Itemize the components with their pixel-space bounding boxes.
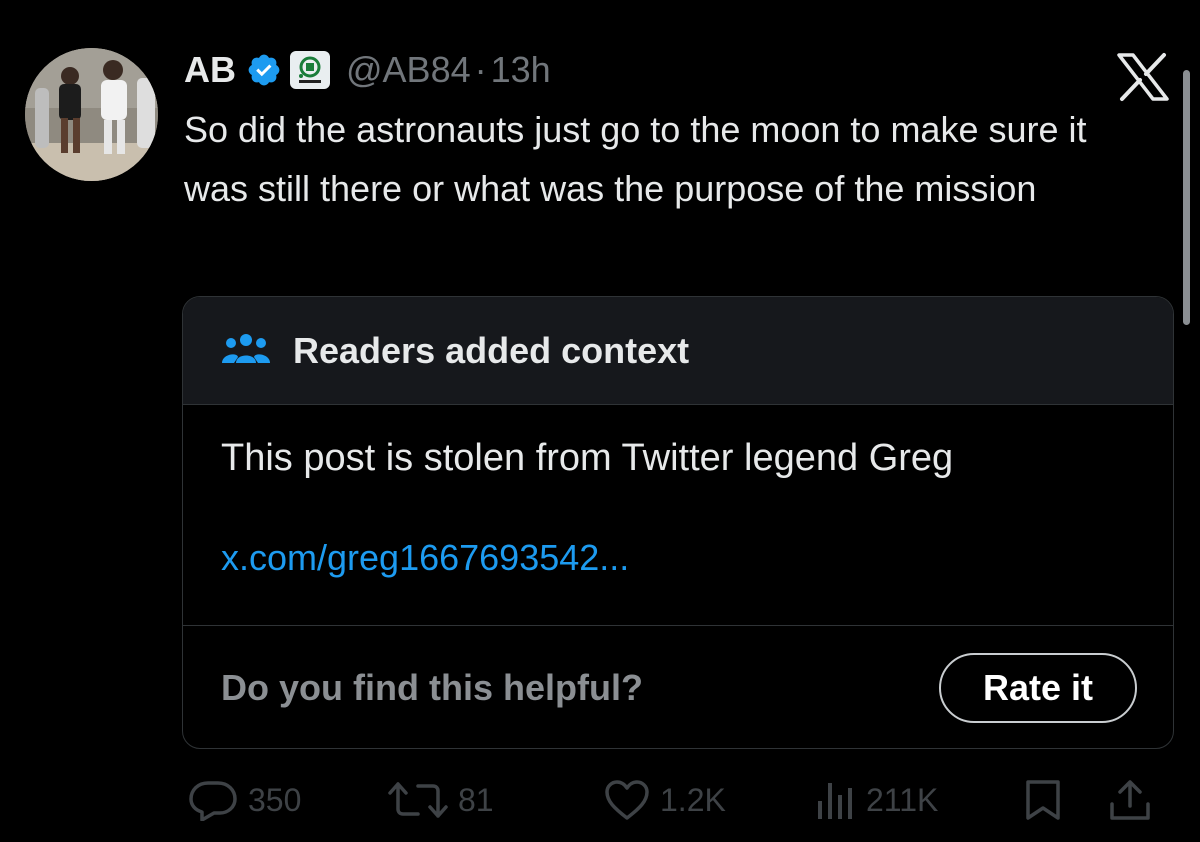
scrollbar[interactable] [1183, 70, 1190, 325]
x-logo-icon [1115, 52, 1171, 102]
tweet-header: AB @AB84 · 13h [184, 46, 551, 94]
like-action[interactable]: 1.2K [604, 770, 726, 830]
views-icon [818, 783, 852, 819]
like-count: 1.2K [660, 781, 726, 818]
repost-icon [388, 782, 448, 818]
affiliate-badge-icon[interactable] [290, 51, 330, 89]
tweet-text: So did the astronauts just go to the moo… [184, 109, 1087, 209]
share-action[interactable] [1108, 770, 1152, 830]
author-name[interactable]: AB [184, 49, 236, 91]
post-time[interactable]: 13h [491, 49, 551, 91]
reply-icon [189, 781, 237, 821]
note-text: This post is stolen from Twitter legend … [221, 437, 954, 479]
like-icon [605, 780, 649, 820]
bookmark-action[interactable] [1024, 770, 1062, 830]
note-title: Readers added context [293, 329, 690, 371]
action-bar: 350 81 1.2K 211K [0, 770, 1200, 830]
view-count: 211K [866, 781, 939, 818]
reply-count: 350 [248, 781, 302, 818]
avatar[interactable] [25, 48, 158, 181]
note-link[interactable]: x.com/greg1667693542... [221, 537, 1135, 579]
note-header[interactable]: Readers added context [183, 297, 1173, 405]
verified-badge-icon[interactable] [246, 52, 282, 88]
helpful-prompt: Do you find this helpful? [221, 666, 643, 708]
reply-action[interactable]: 350 [188, 770, 301, 830]
community-note: Readers added context This post is stole… [182, 296, 1174, 749]
repost-action[interactable]: 81 [388, 770, 494, 830]
note-body: This post is stolen from Twitter legend … [183, 405, 1173, 626]
share-icon [1110, 780, 1150, 820]
separator-dot: · [474, 49, 487, 90]
people-icon [222, 333, 270, 363]
rate-it-button[interactable]: Rate it [939, 652, 1137, 723]
views-action[interactable]: 211K [816, 770, 938, 830]
author-handle[interactable]: @AB84 [346, 49, 471, 91]
bookmark-icon [1026, 780, 1060, 820]
repost-count: 81 [458, 781, 494, 818]
avatar-photo [25, 48, 158, 181]
note-footer: Do you find this helpful? Rate it [183, 626, 1173, 748]
